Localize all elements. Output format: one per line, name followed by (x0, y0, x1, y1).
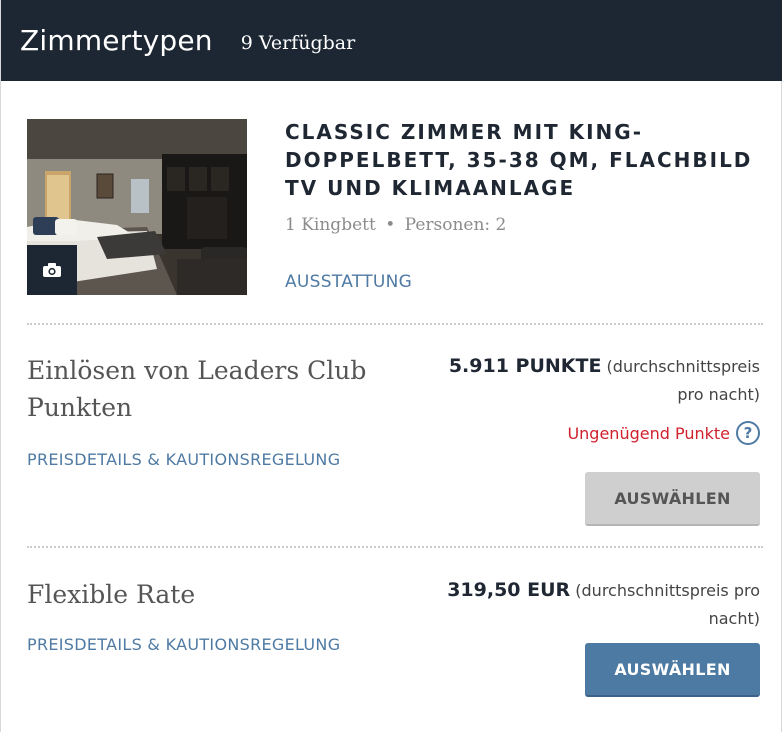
panel-title: Zimmertypen (20, 24, 213, 57)
divider (27, 323, 763, 325)
select-button-flexible[interactable]: AUSWÄHLEN (585, 643, 760, 697)
help-icon[interactable]: ? (736, 421, 760, 445)
amenities-link[interactable]: AUSSTATTUNG (285, 272, 412, 292)
price-amount-points: 5.911 PUNKTE (448, 355, 602, 377)
camera-icon[interactable] (27, 245, 77, 295)
meta-separator: • (385, 215, 396, 235)
bed-info: 1 Kingbett (285, 215, 376, 235)
panel-header: Zimmertypen 9 Verfügbar (1, 0, 782, 81)
divider (27, 546, 763, 548)
price-per-night-points: (durchschnittspreis pro nacht) (606, 357, 760, 404)
price-amount-flexible: 319,50 EUR (447, 579, 571, 601)
price-flexible: 319,50 EUR (durchschnittspreis pro nacht… (430, 576, 760, 633)
room-types-panel: Zimmertypen 9 Verfügbar CLASSIC ZIMMER M… (0, 0, 782, 732)
room-meta: 1 Kingbett • Personen: 2 (285, 215, 506, 235)
camera-glyph (43, 263, 61, 277)
price-details-link-points[interactable]: PREISDETAILS & KAUTIONSREGELUNG (27, 450, 340, 469)
guest-info: Personen: 2 (404, 215, 507, 235)
price-details-link-flexible[interactable]: PREISDETAILS & KAUTIONSREGELUNG (27, 635, 340, 654)
price-points: 5.911 PUNKTE (durchschnittspreis pro nac… (430, 352, 760, 409)
rate-name-points: Einlösen von Leaders Club Punkten (27, 356, 367, 422)
select-button-points[interactable]: AUSWÄHLEN (585, 472, 760, 526)
insufficient-points-notice: Ungenügend Punkte ? (567, 421, 760, 445)
availability-count: 9 Verfügbar (240, 31, 356, 54)
room-name: CLASSIC ZIMMER MIT KING-DOPPELBETT, 35-3… (285, 120, 753, 200)
rate-name-flexible: Flexible Rate (27, 580, 196, 609)
room-photo[interactable] (27, 119, 247, 295)
price-per-night-flexible: (durchschnittspreis pro nacht) (575, 581, 760, 628)
insufficient-points-text: Ungenügend Punkte (567, 423, 730, 443)
